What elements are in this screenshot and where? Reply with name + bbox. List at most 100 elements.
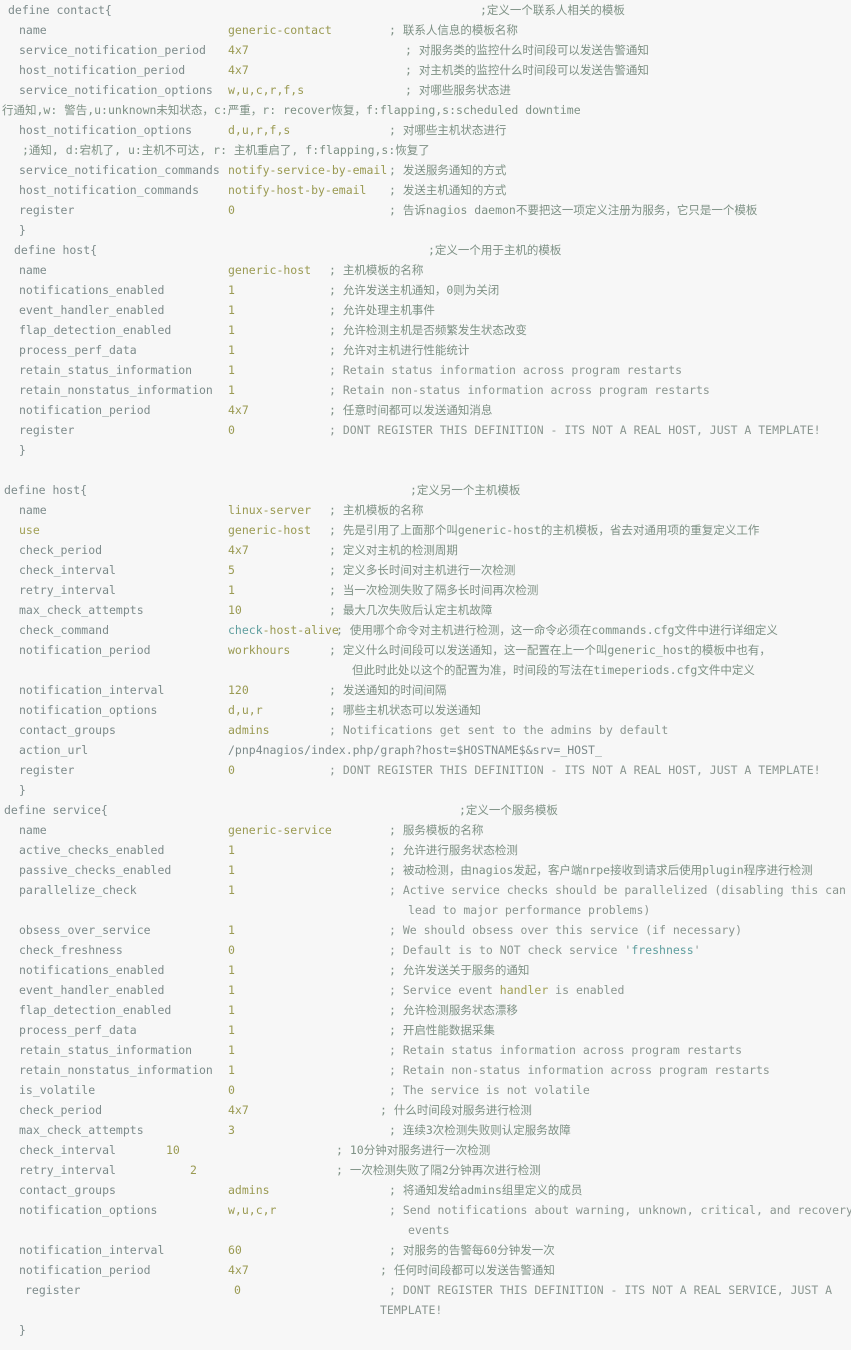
config-key: retry_interval (19, 1163, 116, 1177)
config-key: define host{ (14, 243, 98, 257)
config-key: notification_interval (19, 1243, 165, 1257)
config-value: 2 (190, 1163, 197, 1177)
config-comment: ; Service event handler is enabled (389, 983, 625, 997)
config-key: flap_detection_enabled (19, 1003, 172, 1017)
config-value: 1 (228, 1003, 235, 1017)
config-value: 1 (228, 963, 235, 977)
config-key: event_handler_enabled (19, 303, 165, 317)
config-comment: ; 对服务类的监控什么时间段可以发送告警通知 (405, 43, 649, 57)
config-comment: ; 一次检测失败了隔2分钟再次进行检测 (336, 1163, 541, 1177)
config-comment: ; 发送主机通知的方式 (389, 183, 507, 197)
config-key: register (25, 1283, 81, 1297)
config-line: action_url/pnp4nagios/index.php/graph?ho… (0, 740, 851, 760)
config-key: define contact{ (8, 3, 112, 17)
config-comment: ;定义一个服务模板 (459, 803, 558, 817)
config-value: 4x7 (228, 63, 249, 77)
config-line: flap_detection_enabled 1 ; 允许检测服务状态漂移 (0, 1000, 851, 1020)
config-value: 4x7 (228, 543, 249, 557)
config-line: event_handler_enabled 1 ; Service event ha… (0, 980, 851, 1000)
config-comment: ; 被动检测，由nagios发起，客户端nrpe接收到请求后使用plugin程序… (389, 863, 813, 877)
config-comment: ; 当一次检测失败了隔多长时间再次检测 (329, 583, 539, 597)
config-line: notification_options w,u,c,r ; Send notifi… (0, 1200, 851, 1220)
config-value: 5 (228, 563, 235, 577)
config-line: events (0, 1220, 851, 1240)
config-value: 1 (228, 1043, 235, 1057)
config-line: register 0 ; DONT REGISTER THIS DEFINITION… (0, 760, 851, 780)
config-comment: events (408, 1223, 450, 1237)
config-value: admins (228, 1183, 270, 1197)
config-key: process_perf_data (19, 343, 137, 357)
config-key: check_interval (19, 563, 116, 577)
config-comment: ; DONT REGISTER THIS DEFINITION - ITS NO… (329, 423, 821, 437)
config-key: retry_interval (19, 583, 116, 597)
config-line: is_volatile 0 ; The service is not volatil… (0, 1080, 851, 1100)
config-line: name generic-host ; 主机模板的名称 (0, 260, 851, 280)
config-line: retain_status_information 1 ; Retain statu… (0, 1040, 851, 1060)
config-value: 4x7 (228, 1103, 249, 1117)
config-comment: ; 允许发送关于服务的通知 (389, 963, 530, 977)
config-comment: ; 联系人信息的模板名称 (389, 23, 518, 37)
config-key: retain_nonstatus_information (19, 383, 213, 397)
config-key: register (19, 763, 75, 777)
config-value: 4x7 (228, 43, 249, 57)
config-key: notification_options (19, 703, 158, 717)
config-key: passive_checks_enabled (19, 863, 172, 877)
config-line: notifications_enabled 1 ; 允许发送主机通知，0则为关闭 (0, 280, 851, 300)
config-line: parallelize_check 1 ; Active service check… (0, 880, 851, 900)
config-value: generic-host (228, 523, 312, 537)
config-key: name (19, 263, 47, 277)
config-line: name linux-server ; 主机模板的名称 (0, 500, 851, 520)
config-key: host_notification_options (19, 123, 193, 137)
config-comment: ; 允许检测主机是否频繁发生状态改变 (329, 323, 527, 337)
config-comment: lead to major performance problems) (408, 903, 651, 917)
config-line: define host{;定义一个用于主机的模板 (0, 240, 851, 260)
config-comment: ; 发送服务通知的方式 (389, 163, 507, 177)
config-line: event_handler_enabled 1 ; 允许处理主机事件 (0, 300, 851, 320)
config-key: check_period (19, 543, 103, 557)
config-comment: ; 10分钟对服务进行一次检测 (336, 1143, 491, 1157)
config-key: define service{ (4, 803, 108, 817)
config-key: define host{ (4, 483, 88, 497)
config-comment: ; 对哪些主机状态进行 (389, 123, 507, 137)
config-value: d,u,r,f,s (228, 123, 291, 137)
config-line: service_notification_period 4x7 ; 对服务类的监控什… (0, 40, 851, 60)
config-key: notification_period (19, 1263, 151, 1277)
config-line: name generic-service ; 服务模板的名称 (0, 820, 851, 840)
config-comment: ; 对主机类的监控什么时间段可以发送告警通知 (405, 63, 649, 77)
config-line: } (0, 440, 851, 460)
config-value: 0 (228, 943, 235, 957)
config-comment: ; DONT REGISTER THIS DEFINITION - ITS NO… (329, 763, 821, 777)
config-line: check_interval 5 ; 定义多长时间对主机进行一次检测 (0, 560, 851, 580)
config-value: 1 (228, 843, 235, 857)
config-value: 0 (228, 203, 235, 217)
config-key: process_perf_data (19, 1023, 137, 1037)
config-line: host_notification_commands notify-host-by… (0, 180, 851, 200)
config-comment: ; 定义多长时间对主机进行一次检测 (329, 563, 516, 577)
config-line: retain_nonstatus_information 1 ; Retain no… (0, 380, 851, 400)
config-key: host_notification_period (19, 63, 186, 77)
config-key: max_check_attempts (19, 1123, 144, 1137)
config-key: notification_options (19, 1203, 158, 1217)
config-line: retry_interval 2 ; 一次检测失败了隔2分钟再次进行检测 (0, 1160, 851, 1180)
config-key: contact_groups (19, 723, 116, 737)
config-line: define contact{ ;定义一个联系人相关的模板 (0, 0, 851, 20)
config-wrapped-text: ;通知, d:宕机了, u:主机不可达, r: 主机重启了, f:flappin… (22, 143, 430, 157)
config-value: 1 (228, 343, 235, 357)
config-key: action_url (19, 743, 89, 757)
config-line: name generic-contact ; 联系人信息的模板名称 (0, 20, 851, 40)
config-line: notification_options d,u,r ; 哪些主机状态可以发送通知 (0, 700, 851, 720)
config-line: max_check_attempts 3 ; 连续3次检测失败则认定服务故障 (0, 1120, 851, 1140)
config-key: check_period (19, 1103, 103, 1117)
config-key: name (19, 23, 47, 37)
config-key: register (19, 203, 75, 217)
config-key: parallelize_check (19, 883, 137, 897)
config-line: notification_period 4x7 ; 任意时间都可以发送通知消息 (0, 400, 851, 420)
config-key: } (19, 223, 26, 237)
config-comment: ; 开启性能数据采集 (389, 1023, 495, 1037)
config-comment: ; We should obsess over this service (if… (389, 923, 743, 937)
config-line: host_notification_period 4x7 ; 对主机类的监控什么时间… (0, 60, 851, 80)
config-comment: ;定义一个联系人相关的模板 (480, 3, 625, 17)
config-line: register 0 ; DONT REGISTER THIS DEFINITION… (0, 1280, 851, 1300)
config-comment: ; 定义什么时间段可以发送通知，这一配置在上一个叫generic_host的模板… (329, 643, 771, 657)
config-comment: ; 允许进行服务状态检测 (389, 843, 518, 857)
